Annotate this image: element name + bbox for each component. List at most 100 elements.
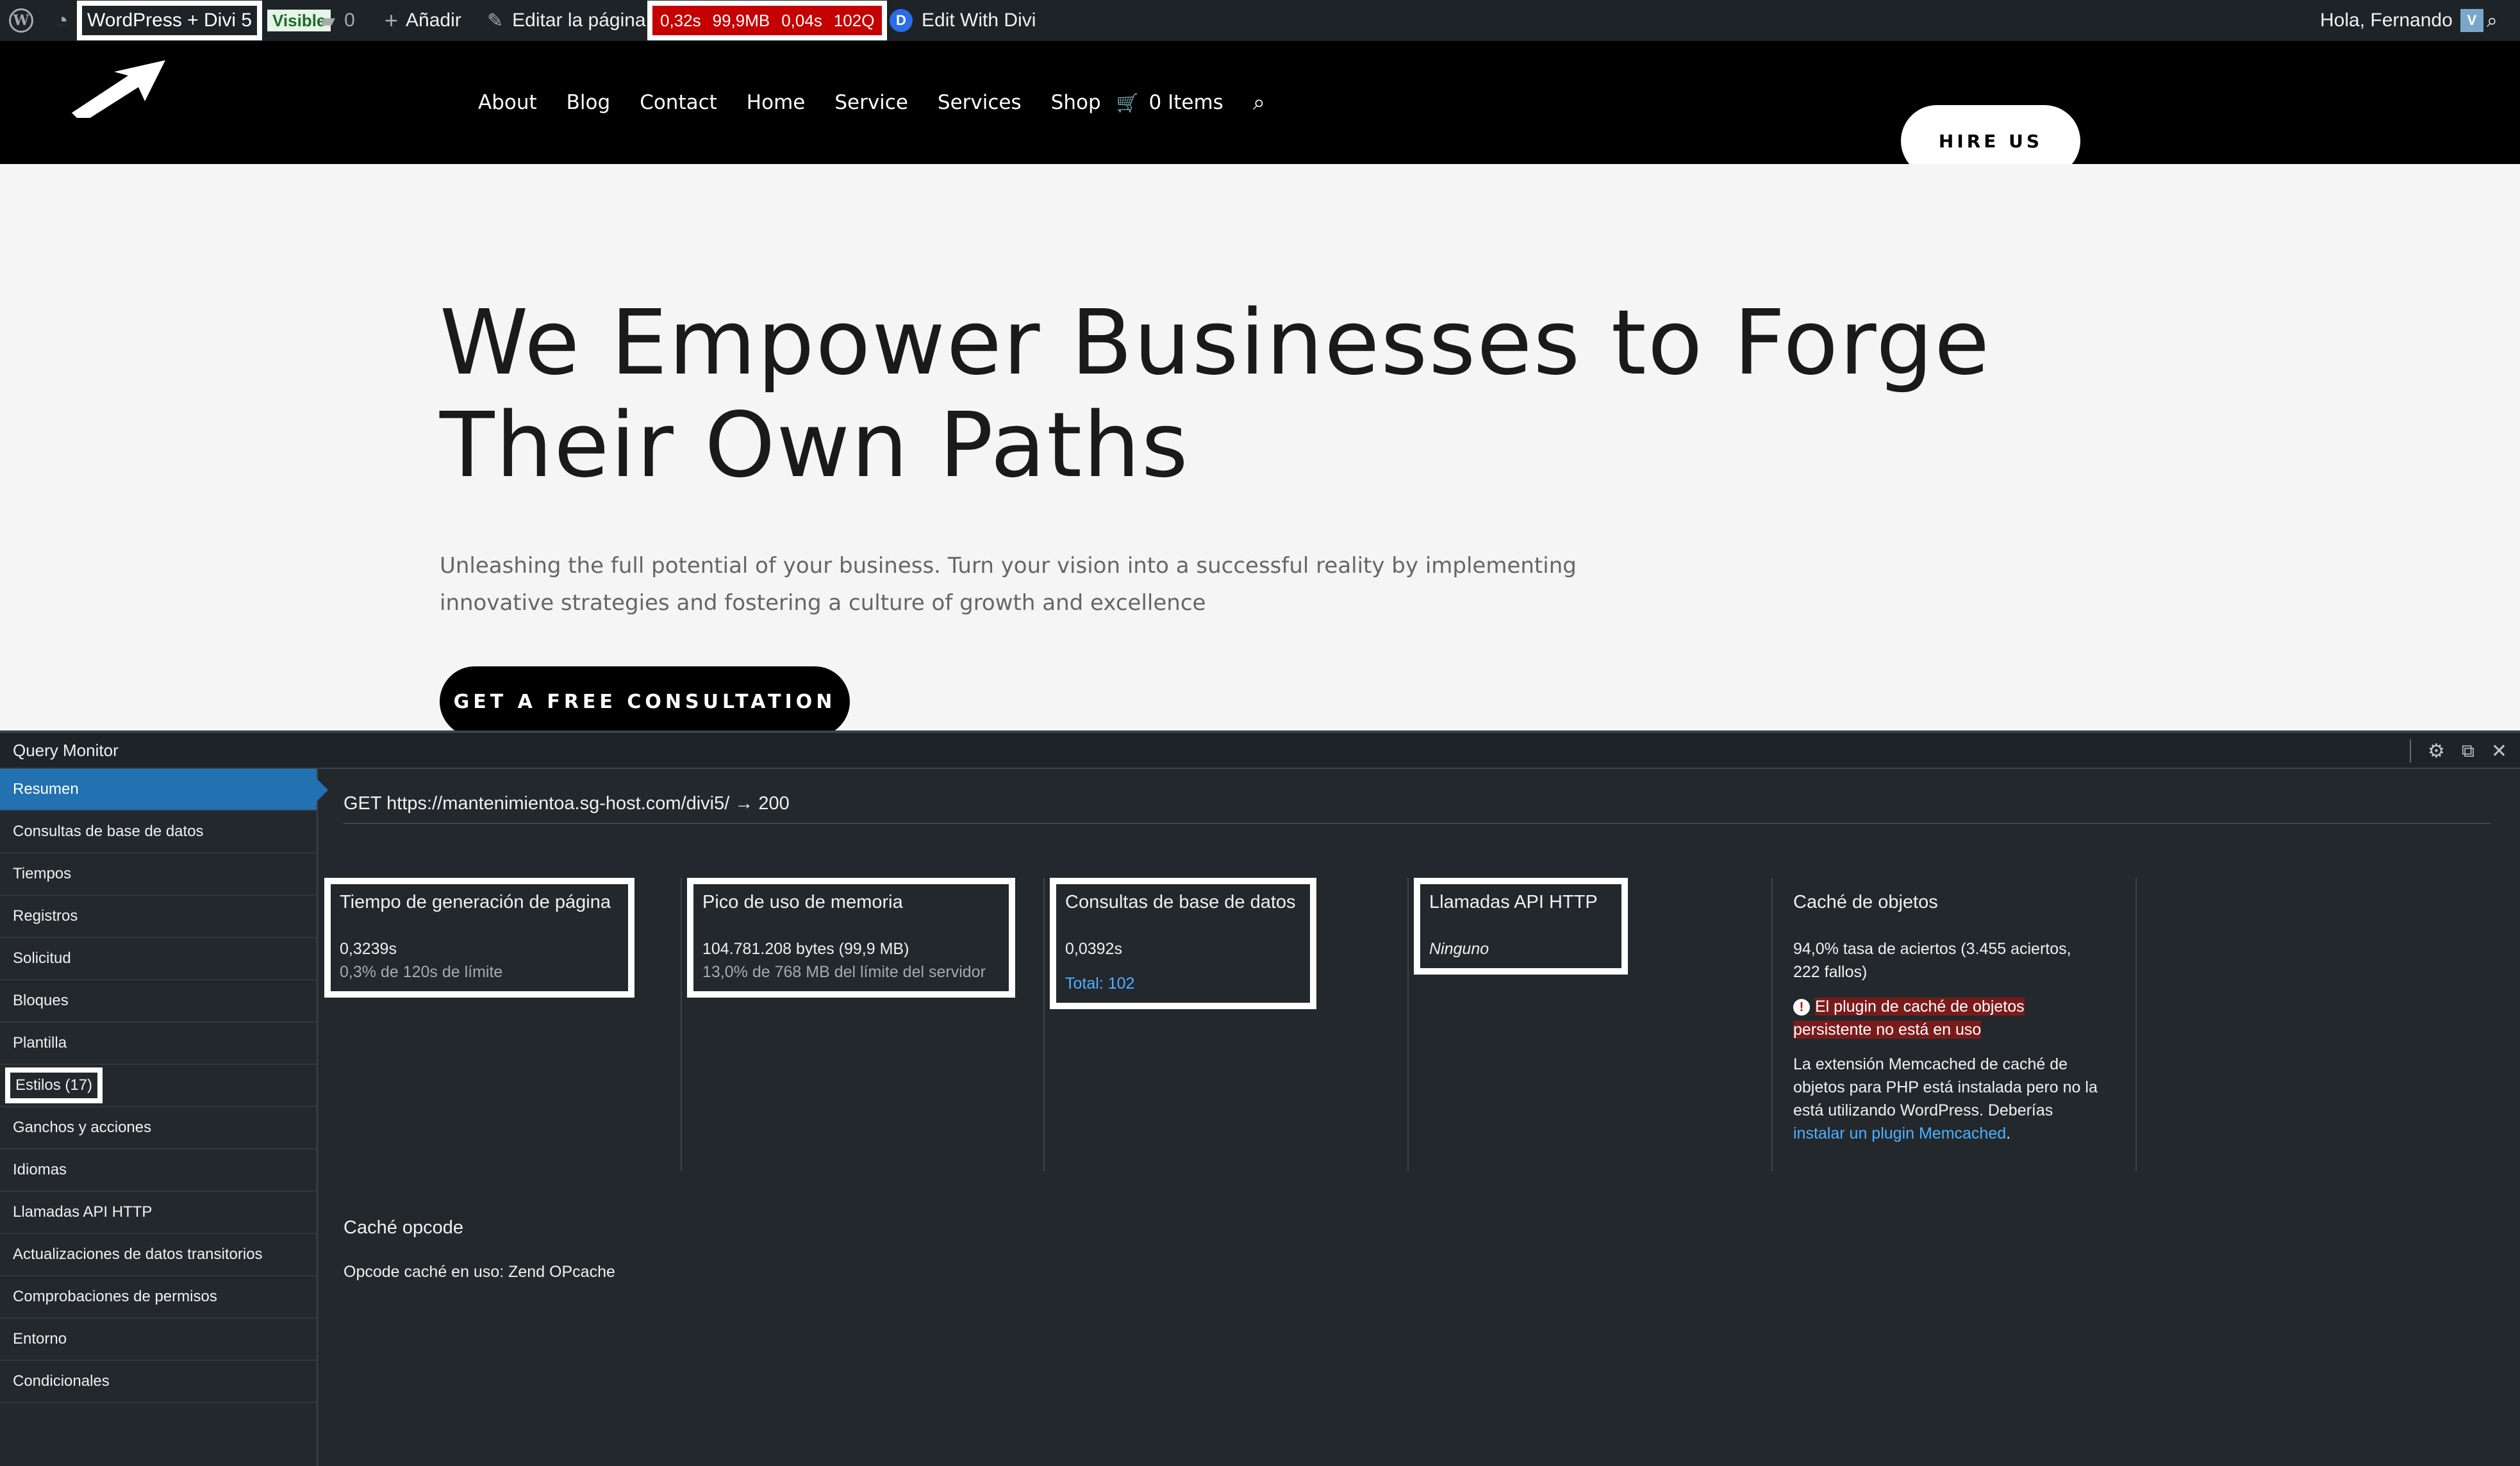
- avatar: V: [2460, 9, 2483, 32]
- qm-sidebar: Resumen Consultas de base de datos Tiemp…: [0, 769, 328, 1466]
- qm-memory-title: Pico de uso de memoria: [702, 892, 903, 912]
- qm-page-gen-title: Tiempo de generación de página: [340, 892, 611, 912]
- qm-db-section: Consultas de base de datos 0,0392s Total…: [1050, 878, 1316, 1171]
- nav-contact[interactable]: Contact: [640, 91, 717, 114]
- greeting: Hola, Fernando: [2320, 10, 2453, 31]
- nav-services[interactable]: Services: [938, 91, 1022, 114]
- pop-out-icon[interactable]: ⧉: [2462, 740, 2474, 762]
- comments-item[interactable]: ▰ 0: [320, 0, 355, 41]
- highlight-box: Pico de uso de memoria 104.781.208 bytes…: [687, 878, 1015, 998]
- qm-memory-section: Pico de uso de memoria 104.781.208 bytes…: [687, 878, 1015, 1171]
- nav-shop[interactable]: Shop: [1051, 91, 1101, 114]
- qm-nav-request[interactable]: Solicitud: [0, 938, 317, 980]
- site-menu[interactable]: ◔: [55, 0, 72, 41]
- qm-opcode-title: Caché opcode: [344, 1217, 464, 1238]
- qm-info-line: La extensión Memcached de caché de: [1793, 1055, 2068, 1073]
- qm-db-time: 0,04s: [781, 10, 822, 30]
- new-content-item[interactable]: + Añadir: [385, 0, 461, 41]
- my-account-item[interactable]: Hola, Fernando V: [2320, 0, 2483, 41]
- qm-nav-timings[interactable]: Tiempos: [0, 853, 317, 896]
- cart-icon[interactable]: 🛒: [1116, 92, 1139, 113]
- qm-http-title: Llamadas API HTTP: [1429, 892, 1598, 912]
- divider: [2409, 739, 2411, 762]
- divider: [681, 878, 682, 1171]
- qm-nav-conditionals[interactable]: Condicionales: [0, 1361, 317, 1403]
- edit-with-divi-item[interactable]: D Edit With Divi: [890, 0, 1036, 41]
- qm-db-value: 0,0392s: [1065, 940, 1122, 958]
- arrow-logo-icon[interactable]: [69, 54, 172, 118]
- edit-page-label: Editar la página: [512, 10, 646, 31]
- comment-icon: ▰: [320, 10, 336, 31]
- qm-memory-value: 104.781.208 bytes (99,9 MB): [702, 940, 909, 958]
- divider: [1771, 878, 1773, 1171]
- qm-nav-hooks[interactable]: Ganchos y acciones: [0, 1107, 317, 1149]
- query-monitor-panel: Query Monitor ⚙ ⧉ ✕ Resumen Consultas de…: [0, 730, 2520, 1466]
- qm-memory: 99,9MB: [712, 10, 770, 30]
- qm-nav-http[interactable]: Llamadas API HTTP: [0, 1192, 317, 1234]
- cart-items[interactable]: 0 Items: [1149, 91, 1223, 114]
- qm-info-line: objetos para PHP está instalada pero no …: [1793, 1078, 2098, 1096]
- wordpress-icon: W: [9, 8, 33, 33]
- admin-bar: W ◔ WordPress + Divi 5 Visible ▰ 0 + Aña…: [0, 0, 2520, 41]
- admin-search[interactable]: ⌕: [2487, 0, 2498, 41]
- nav-service[interactable]: Service: [834, 91, 908, 114]
- qm-nav-logs[interactable]: Registros: [0, 896, 317, 938]
- hero-title: We Empower Businesses to Forge Their Own…: [440, 292, 2106, 497]
- query-monitor-stats[interactable]: 0,32s 99,9MB 0,04s 102Q: [647, 0, 888, 41]
- qm-memory-detail: 13,0% de 768 MB del límite del servidor: [702, 963, 986, 981]
- qm-nav-resumen[interactable]: Resumen: [0, 769, 328, 811]
- gear-icon[interactable]: ⚙: [2428, 740, 2445, 762]
- qm-nav-queries[interactable]: Consultas de base de datos: [0, 811, 317, 853]
- qm-nav-template[interactable]: Plantilla: [0, 1023, 317, 1065]
- qm-nav-blocks[interactable]: Bloques: [0, 980, 317, 1023]
- highlight-box: Tiempo de generación de página 0,3239s 0…: [324, 878, 634, 998]
- qm-opcode-section: Caché opcode Opcode caché en uso: Zend O…: [344, 1217, 615, 1281]
- nav-home[interactable]: Home: [747, 91, 806, 114]
- qm-object-cache-card: Caché de objetos 94,0% tasa de aciertos …: [1778, 878, 2137, 1159]
- hero-title-line: Their Own Paths: [440, 393, 1190, 498]
- qm-title-bar: Query Monitor: [0, 733, 2520, 769]
- qm-request-line: GET https://mantenimientoa.sg-host.com/d…: [344, 793, 790, 814]
- comments-count: 0: [344, 10, 355, 31]
- hero-subtitle-line: Unleashing the full potential of your bu…: [440, 553, 1577, 579]
- wp-logo-menu[interactable]: W: [9, 0, 33, 41]
- highlight-box: WordPress + Divi 5: [77, 1, 263, 40]
- qm-page-gen-section: Tiempo de generación de página 0,3239s 0…: [324, 878, 634, 1171]
- dashboard-icon: ◔: [55, 8, 69, 33]
- site-name-item[interactable]: WordPress + Divi 5 Visible: [77, 0, 331, 41]
- qm-object-cache-info: La extensión Memcached de caché de objet…: [1793, 1053, 2121, 1145]
- qm-db-title: Consultas de base de datos: [1065, 892, 1296, 912]
- qm-rate-line: 222 fallos): [1793, 963, 1868, 981]
- qm-opcode-value: Opcode caché en uso: Zend OPcache: [344, 1263, 615, 1281]
- divider: [2135, 878, 2137, 1171]
- nav-blog[interactable]: Blog: [567, 91, 611, 114]
- hero-title-line: We Empower Businesses to Forge: [440, 291, 1991, 395]
- qm-nav-environment[interactable]: Entorno: [0, 1319, 317, 1361]
- divider: [1043, 878, 1045, 1171]
- site-header: About Blog Contact Home Service Services…: [0, 41, 2520, 177]
- consultation-button[interactable]: GET A FREE CONSULTATION: [440, 666, 850, 737]
- edit-divi-label: Edit With Divi: [922, 10, 1036, 31]
- hero-subtitle: Unleashing the full potential of your bu…: [440, 547, 1657, 622]
- qm-nav-styles[interactable]: Estilos (17): [0, 1065, 317, 1107]
- close-icon[interactable]: ✕: [2491, 740, 2507, 762]
- qm-nav-languages[interactable]: Idiomas: [0, 1149, 317, 1192]
- qm-db-total-link[interactable]: Total: 102: [1065, 972, 1301, 995]
- qm-object-cache-section: Caché de objetos 94,0% tasa de aciertos …: [1778, 878, 2137, 1171]
- new-label: Añadir: [406, 10, 461, 31]
- highlight-box: 0,32s 99,9MB 0,04s 102Q: [647, 1, 888, 40]
- search-icon[interactable]: ⌕: [1253, 90, 1265, 115]
- qm-stats-badge: 0,32s 99,9MB 0,04s 102Q: [652, 6, 883, 35]
- qm-page-gen-value: 0,3239s: [340, 940, 397, 958]
- nav-about[interactable]: About: [478, 91, 537, 114]
- hero-subtitle-line: innovative strategies and fostering a cu…: [440, 590, 1206, 616]
- qm-queries: 102Q: [833, 10, 875, 30]
- qm-object-cache-warning: ! El plugin de caché de objetos persisten…: [1793, 995, 2121, 1041]
- qm-nav-caps[interactable]: Comprobaciones de permisos: [0, 1276, 317, 1319]
- edit-page-item[interactable]: ✎ Editar la página: [487, 0, 646, 41]
- qm-memcached-link[interactable]: instalar un plugin Memcached: [1793, 1124, 2006, 1142]
- hero-section: We Empower Businesses to Forge Their Own…: [0, 164, 2520, 737]
- qm-nav-transients[interactable]: Actualizaciones de datos transitorios: [0, 1234, 317, 1276]
- qm-info-end: .: [2006, 1124, 2011, 1142]
- main-nav: About Blog Contact Home Service Services…: [478, 41, 1265, 164]
